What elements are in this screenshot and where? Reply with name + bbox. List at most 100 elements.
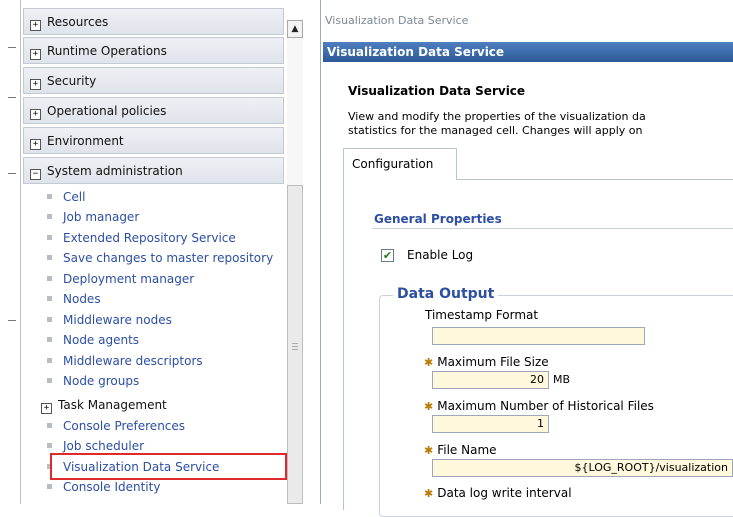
nav-item-label: Node agents — [63, 333, 140, 347]
timestamp-format-input[interactable] — [432, 327, 645, 345]
required-icon: ✱ — [424, 400, 434, 413]
nav-item-label: Node groups — [63, 374, 140, 388]
nav-category-label: Runtime Operations — [47, 44, 167, 58]
nav-item-save-changes[interactable]: Save changes to master repository — [47, 251, 287, 265]
timestamp-format-label: Timestamp Format — [425, 308, 539, 322]
field-label: File Name — [437, 443, 497, 457]
section-divider — [372, 228, 733, 229]
nav-item-label: Deployment manager — [63, 272, 195, 286]
nav-group-task-management[interactable]: + Task Management — [41, 398, 167, 414]
max-historical-files-label: ✱ Maximum Number of Historical Files — [424, 399, 654, 413]
page-heading: Visualization Data Service — [348, 84, 526, 98]
data-log-write-interval-label: ✱ Data log write interval — [424, 486, 572, 500]
nav-item-job-scheduler[interactable]: Job scheduler — [47, 439, 287, 453]
nav-category-label: System administration — [47, 164, 183, 178]
bullet-icon — [47, 378, 52, 383]
bullet-icon — [47, 317, 52, 322]
max-file-size-input[interactable]: 20 — [432, 371, 549, 389]
expand-icon[interactable]: + — [30, 49, 41, 60]
nav-item-label: Extended Repository Service — [63, 231, 236, 245]
nav-category-label: Operational policies — [47, 104, 167, 118]
nav-item-middleware-descriptors[interactable]: Middleware descriptors — [47, 354, 287, 368]
nav-item-label: Console Preferences — [63, 419, 186, 433]
expand-icon[interactable]: + — [30, 79, 41, 90]
selection-highlight — [50, 453, 287, 480]
nav-category-environment[interactable]: + Environment — [23, 127, 284, 154]
nav-item-nodes[interactable]: Nodes — [47, 292, 287, 306]
nav-category-label: Resources — [47, 15, 109, 29]
max-file-size-label: ✱ Maximum File Size — [424, 355, 549, 369]
nav-category-system-administration[interactable]: − System administration — [23, 157, 284, 184]
bullet-icon — [47, 443, 52, 448]
edge-dash — [8, 47, 16, 48]
nav-item-label: Middleware nodes — [63, 313, 172, 327]
nav-category-runtime-operations[interactable]: + Runtime Operations — [23, 37, 284, 64]
page-title-bar: Visualization Data Service — [323, 42, 733, 62]
enable-log-checkbox[interactable]: ✔ — [381, 249, 394, 262]
nav-item-node-groups[interactable]: Node groups — [47, 374, 287, 388]
bullet-icon — [47, 235, 52, 240]
field-label: Data log write interval — [437, 486, 572, 500]
file-name-label: ✱ File Name — [424, 443, 497, 457]
description-line: View and modify the properties of the vi… — [348, 110, 646, 123]
grip-line — [292, 343, 298, 344]
expand-icon[interactable]: + — [30, 20, 41, 31]
enable-log-label: Enable Log — [407, 248, 474, 262]
nav-category-security[interactable]: + Security — [23, 67, 284, 94]
required-icon: ✱ — [424, 444, 434, 457]
nav-item-console-preferences[interactable]: Console Preferences — [47, 419, 287, 433]
edge-dash — [8, 173, 16, 174]
nav-item-middleware-nodes[interactable]: Middleware nodes — [47, 313, 287, 327]
section-title-general-properties: General Properties — [374, 212, 502, 226]
expand-icon[interactable]: + — [30, 109, 41, 120]
nav-item-label: Cell — [63, 190, 86, 204]
scrollbar-thumb[interactable] — [287, 185, 303, 504]
tab-configuration[interactable]: Configuration — [343, 148, 457, 180]
nav-item-deployment-manager[interactable]: Deployment manager — [47, 272, 287, 286]
grip-line — [292, 349, 298, 350]
field-label: Maximum Number of Historical Files — [437, 399, 654, 413]
bullet-icon — [47, 423, 52, 428]
data-output-legend: Data Output — [393, 286, 499, 302]
left-edge — [0, 0, 20, 504]
required-icon: ✱ — [424, 356, 434, 369]
nav-item-label: Save changes to master repository — [63, 251, 274, 265]
field-label: Maximum File Size — [437, 355, 549, 369]
grip-line — [292, 346, 298, 347]
navigation-tree: + Resources + Runtime Operations + Security… — [20, 0, 321, 504]
nav-group-label: Task Management — [58, 398, 167, 412]
nav-item-extended-repository-service[interactable]: Extended Repository Service — [47, 231, 287, 245]
nav-item-label: Job scheduler — [63, 439, 145, 453]
scroll-up-arrow-icon[interactable]: ▲ — [287, 20, 303, 38]
edge-dash — [8, 97, 16, 98]
bullet-icon — [47, 214, 52, 219]
page-description: View and modify the properties of the vi… — [348, 110, 733, 138]
bullet-icon — [47, 276, 52, 281]
nav-item-label: Job manager — [63, 210, 140, 224]
nav-category-resources[interactable]: + Resources — [23, 8, 284, 35]
nav-item-job-manager[interactable]: Job manager — [47, 210, 287, 224]
nav-category-label: Environment — [47, 134, 124, 148]
file-name-input[interactable]: ${LOG_ROOT}/visualization — [432, 459, 733, 477]
bullet-icon — [47, 255, 52, 260]
nav-item-label: Middleware descriptors — [63, 354, 203, 368]
expand-icon[interactable]: + — [30, 139, 41, 150]
bullet-icon — [47, 194, 52, 199]
nav-item-console-identity[interactable]: Console Identity — [47, 480, 287, 494]
collapse-icon[interactable]: − — [30, 169, 41, 180]
bullet-icon — [47, 358, 52, 363]
edge-dash — [8, 320, 16, 321]
bullet-icon — [47, 296, 52, 301]
max-file-size-unit: MB — [553, 373, 571, 386]
bullet-icon — [47, 484, 52, 489]
max-historical-files-input[interactable]: 1 — [432, 415, 549, 433]
nav-item-node-agents[interactable]: Node agents — [47, 333, 287, 347]
nav-category-operational-policies[interactable]: + Operational policies — [23, 97, 284, 124]
nav-category-label: Security — [47, 74, 97, 88]
breadcrumb[interactable]: Visualization Data Service — [325, 14, 468, 27]
expand-icon[interactable]: + — [41, 403, 52, 414]
description-line: statistics for the managed cell. Changes… — [348, 124, 643, 137]
required-icon: ✱ — [424, 487, 434, 500]
nav-item-cell[interactable]: Cell — [47, 190, 287, 204]
bullet-icon — [47, 337, 52, 342]
